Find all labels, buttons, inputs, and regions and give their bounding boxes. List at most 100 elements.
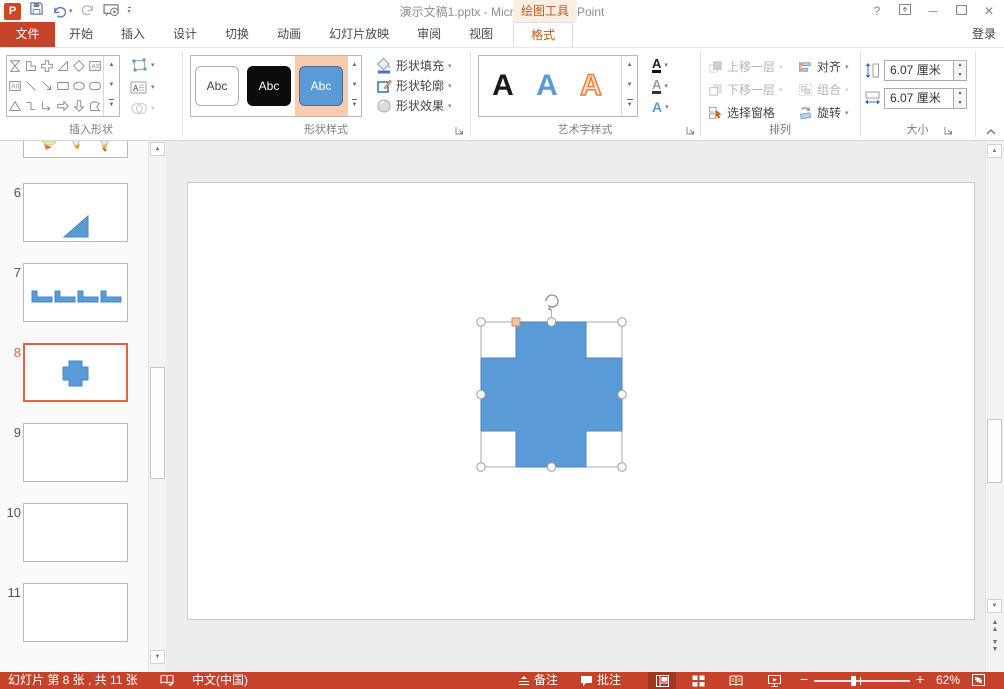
tab-format-active[interactable]: 格式 (513, 22, 573, 47)
tab-transitions[interactable]: 切换 (211, 22, 263, 47)
tab-view[interactable]: 视图 (455, 22, 507, 47)
wordart-preset-2[interactable]: A (525, 57, 569, 115)
text-fill-caret-icon[interactable]: ▾ (664, 61, 668, 69)
rotation-handle[interactable] (546, 295, 558, 310)
shape-corner-icon[interactable] (23, 56, 39, 76)
view-reading-button[interactable] (722, 672, 750, 689)
text-box-caret-icon[interactable]: ▾ (151, 83, 155, 91)
wordart-up-icon[interactable]: ▲ (622, 56, 637, 76)
height-input[interactable]: 6.07 厘米 (884, 60, 954, 81)
shape-textbox-icon[interactable]: A (87, 56, 103, 76)
previous-slide-button[interactable]: ▲▲ (989, 619, 1001, 633)
rotate-button[interactable]: 旋转▾ (798, 103, 849, 122)
thumbnail-slide-6[interactable] (23, 183, 128, 242)
shape-hourglass-icon[interactable] (7, 56, 23, 76)
shape-vertical-textbox-icon[interactable]: A (7, 76, 23, 96)
zoom-in-button[interactable]: + (916, 671, 924, 688)
slide-canvas-area[interactable] (166, 141, 985, 672)
tab-design[interactable]: 设计 (159, 22, 211, 47)
shape-oval-icon[interactable] (71, 76, 87, 96)
view-slide-sorter-button[interactable] (684, 672, 712, 689)
resize-handle-e[interactable] (618, 390, 626, 398)
edit-shape-button[interactable]: ▾ (130, 55, 155, 75)
shape-rounded-rectangle-icon[interactable] (87, 76, 103, 96)
minimize-icon[interactable]: ─ (926, 4, 940, 18)
zoom-level[interactable]: 62% (936, 672, 960, 689)
next-slide-button[interactable]: ▼▼ (989, 639, 1001, 653)
shape-right-triangle-icon[interactable] (55, 56, 71, 76)
ribbon-display-icon[interactable] (898, 4, 912, 18)
size-dialog-launcher-icon[interactable] (944, 126, 954, 136)
shape-style-preset-1[interactable]: Abc (191, 66, 243, 106)
adjustment-handle[interactable] (512, 318, 520, 326)
resize-handle-n[interactable] (547, 318, 555, 326)
tab-review[interactable]: 审阅 (403, 22, 455, 47)
thumbnail-slide-10[interactable] (23, 503, 128, 562)
shape-diamond-icon[interactable] (71, 56, 87, 76)
tab-slideshow[interactable]: 幻灯片放映 (315, 22, 403, 47)
resize-handle-se[interactable] (618, 463, 626, 471)
text-effects-button[interactable]: A ▾ (652, 97, 669, 117)
selection-pane-button[interactable]: 选择窗格 (708, 103, 775, 122)
shape-fill-button[interactable]: 形状填充▾ (376, 56, 452, 75)
shapes-gallery-up-icon[interactable]: ▲ (104, 56, 119, 76)
wordart-preset-3[interactable]: A (569, 57, 613, 115)
tab-file[interactable]: 文件 (0, 22, 55, 47)
text-outline-caret-icon[interactable]: ▾ (664, 82, 668, 90)
shape-freeform-icon[interactable] (23, 96, 39, 116)
shape-cross-icon[interactable] (39, 56, 55, 76)
shape-line-icon[interactable] (23, 76, 39, 96)
resize-handle-ne[interactable] (618, 318, 626, 326)
canvas-scroll-thumb[interactable] (987, 419, 1002, 483)
align-button[interactable]: 对齐▾ (798, 57, 849, 76)
text-box-button[interactable]: A ▾ (130, 77, 155, 97)
shape-style-preset-2[interactable]: Abc (243, 66, 295, 106)
shape-right-arrow-icon[interactable] (55, 96, 71, 116)
comments-button[interactable]: 批注 (597, 672, 621, 689)
shape-elbow-arrow-icon[interactable] (39, 96, 55, 116)
tab-home[interactable]: 开始 (55, 22, 107, 47)
thumbnail-slide-9[interactable] (23, 423, 128, 482)
height-spinner[interactable]: ▲▼ (954, 60, 967, 81)
thumbnail-slide-8-selected[interactable] (23, 343, 128, 402)
zoom-slider-thumb[interactable] (851, 676, 856, 686)
canvas-scroll-down-icon[interactable]: ▼ (987, 599, 1002, 613)
maximize-icon[interactable] (954, 4, 968, 18)
wordart-down-icon[interactable]: ▼ (622, 76, 637, 96)
thumbnail-slide-11[interactable] (23, 583, 128, 642)
text-outline-button[interactable]: A ▾ (652, 76, 668, 96)
close-icon[interactable]: ✕ (982, 4, 996, 18)
thumbnail-scrollbar[interactable]: ▲ ▼ (148, 141, 166, 672)
shape-effects-button[interactable]: 形状效果▾ (376, 96, 452, 115)
spell-check-icon[interactable] (160, 674, 174, 689)
slide-counter[interactable]: 幻灯片 第 8 张 , 共 11 张 (8, 672, 138, 689)
shape-down-arrow-icon[interactable] (71, 96, 87, 116)
edit-shape-caret-icon[interactable]: ▾ (151, 61, 155, 69)
resize-handle-w[interactable] (477, 390, 485, 398)
resize-handle-s[interactable] (547, 463, 555, 471)
fit-slide-to-window-icon[interactable] (972, 674, 985, 689)
shape-rectangle-icon[interactable] (55, 76, 71, 96)
canvas-scrollbar[interactable]: ▲ ▼ ▲▲ ▼▼ (985, 141, 1004, 672)
thumbnail-scroll-up-icon[interactable]: ▲ (150, 142, 165, 156)
view-normal-button[interactable] (648, 672, 676, 689)
shapes-gallery-more-icon[interactable]: ▼ (104, 96, 119, 116)
shape-styles-down-icon[interactable]: ▼ (348, 76, 361, 96)
view-slideshow-button[interactable] (760, 672, 788, 689)
tab-animations[interactable]: 动画 (263, 22, 315, 47)
shape-outline-button[interactable]: 形状轮廓▾ (376, 76, 452, 95)
shapes-gallery-down-icon[interactable]: ▼ (104, 76, 119, 96)
language-indicator[interactable]: 中文(中国) (192, 672, 248, 689)
wordart-more-icon[interactable]: ▼ (622, 96, 637, 116)
canvas-scroll-up-icon[interactable]: ▲ (987, 144, 1002, 158)
shape-styles-more-icon[interactable]: ▼ (348, 96, 361, 116)
collapse-ribbon-icon[interactable] (985, 126, 997, 140)
resize-handle-nw[interactable] (477, 318, 485, 326)
zoom-out-button[interactable]: − (800, 671, 808, 688)
shapes-gallery[interactable]: A A ▲ ▼ ▼ (6, 55, 120, 117)
notes-button[interactable]: 备注 (534, 672, 558, 689)
wordart-preset-1[interactable]: A (481, 57, 525, 115)
zoom-slider-track[interactable] (814, 680, 910, 682)
wordart-dialog-launcher-icon[interactable] (686, 126, 696, 136)
shape-styles-dialog-launcher-icon[interactable] (455, 126, 465, 136)
